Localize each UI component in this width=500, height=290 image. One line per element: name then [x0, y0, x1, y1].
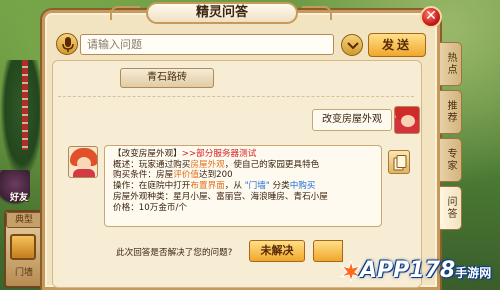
operation-link-category[interactable]: "门墙" — [245, 181, 270, 191]
tab-hot[interactable]: 热点 — [440, 42, 462, 86]
answer-title: 【改变房屋外观】 — [113, 149, 182, 159]
operation-text-b: ，从 — [224, 181, 245, 192]
styles-label: 房屋外观种类： — [113, 191, 174, 202]
npc-avatar — [68, 146, 98, 178]
voice-input-button[interactable] — [56, 33, 78, 55]
overview-text-b: ，使自己的家园更具特色 — [224, 159, 320, 170]
watermark-suffix: 手游网 — [455, 266, 492, 280]
hud-door-label[interactable]: 门墙 — [6, 262, 42, 284]
condition-text-a: 房屋 — [155, 170, 174, 181]
operation-link-buy[interactable]: 中购买 — [290, 181, 316, 191]
microphone-icon — [62, 37, 74, 52]
answer-price-line: 价格：10万金币/个 — [113, 203, 375, 214]
answer-operation-line: 操作：在庭院中打开布置界面，从 "门墙" 分类中购买 — [113, 181, 375, 192]
dialog-title: 精灵问答 — [146, 2, 298, 24]
unsolved-button[interactable]: 未解决 — [249, 240, 305, 262]
title-ornament-right — [302, 6, 332, 20]
answer-overview-line: 概述：玩家通过购买房屋外观，使自己的家园更具特色 — [113, 160, 375, 171]
answer-styles-line: 房屋外观种类：星月小屋、富丽宫、海浪睡房、青石小屋 — [113, 192, 375, 203]
overview-text-a: 玩家通过购买 — [138, 159, 191, 170]
user-avatar — [394, 106, 420, 134]
operation-link-layout[interactable]: 布置界面 — [190, 181, 224, 191]
close-button[interactable]: ✕ — [420, 6, 442, 28]
styles-value: 星月小屋、富丽宫、海浪睡房、青石小屋 — [173, 191, 328, 202]
condition-label: 购买条件： — [113, 170, 156, 181]
feedback-question: 此次回答是否解决了您的问题? — [116, 248, 233, 258]
answer-title-line: 【改变房屋外观】>>部分服务器测试 — [113, 149, 375, 160]
price-value: 10万金币/个 — [138, 202, 188, 213]
condition-link[interactable]: 评价值 — [173, 170, 199, 180]
copy-icon — [393, 155, 407, 171]
operation-label: 操作： — [113, 181, 139, 192]
send-button[interactable]: 发送 — [368, 33, 426, 57]
tab-expert[interactable]: 专家 — [440, 138, 462, 182]
answer-message: 【改变房屋外观】>>部分服务器测试 概述：玩家通过购买房屋外观，使自己的家园更具… — [104, 145, 382, 227]
watermark: APP178手游网 — [340, 252, 500, 290]
hud-tab[interactable]: 典型 — [6, 212, 42, 228]
copy-button[interactable] — [388, 150, 410, 174]
chevron-down-icon — [347, 42, 359, 50]
question-input[interactable] — [80, 34, 334, 55]
title-ornament-left — [110, 6, 140, 20]
tab-qa[interactable]: 问答 — [440, 186, 462, 230]
operation-text-c: 分类 — [269, 181, 290, 192]
divider — [58, 96, 414, 97]
overview-label: 概述： — [113, 159, 139, 170]
tab-recommend[interactable]: 推荐 — [440, 90, 462, 134]
solved-button[interactable] — [313, 240, 343, 262]
history-chip[interactable]: 青石路砖 — [120, 68, 214, 88]
condition-text-b: 达到200 — [198, 170, 233, 181]
close-icon: ✕ — [425, 8, 437, 24]
overview-link[interactable]: 房屋外观 — [190, 160, 224, 170]
door-icon[interactable] — [10, 234, 36, 260]
background-flag — [22, 60, 28, 150]
friend-label[interactable]: 好友 — [2, 190, 36, 204]
user-message-bubble: 改变房屋外观 — [312, 109, 392, 131]
watermark-text: APP178 — [360, 258, 456, 283]
price-label: 价格： — [113, 202, 139, 213]
history-dropdown-button[interactable] — [341, 34, 363, 56]
answer-condition-line: 购买条件：房屋评价值达到200 — [113, 170, 375, 181]
operation-text-a: 在庭院中打开 — [138, 181, 191, 192]
answer-title-note[interactable]: >>部分服务器测试 — [182, 149, 257, 159]
